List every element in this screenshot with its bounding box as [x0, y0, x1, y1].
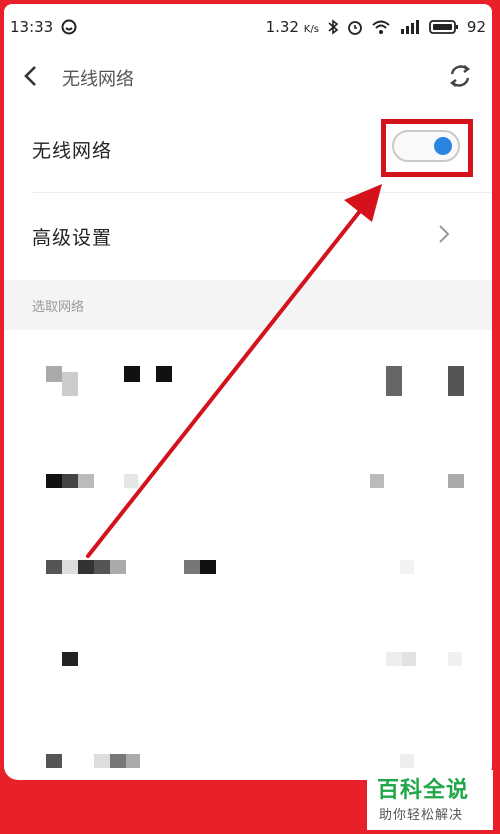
- battery-icon: [429, 19, 459, 35]
- alarm-icon: [347, 19, 363, 35]
- chevron-right-icon: [438, 224, 450, 248]
- section-label: 选取网络: [32, 299, 85, 315]
- bluetooth-icon: [327, 19, 339, 35]
- wifi-icon: [371, 19, 391, 35]
- network-speed: 1.32 K/s: [265, 18, 319, 36]
- back-icon[interactable]: [22, 64, 38, 92]
- battery-level: 92: [466, 18, 486, 36]
- list-item[interactable]: [4, 430, 492, 520]
- watermark-subtitle: 助你轻松解决: [379, 808, 464, 823]
- cellular-signal-icon: [399, 19, 421, 35]
- page-title: 无线网络: [62, 69, 134, 90]
- refresh-icon[interactable]: [446, 62, 474, 94]
- list-item[interactable]: [4, 330, 492, 430]
- status-time: 13:33: [10, 18, 54, 36]
- watermark-logo: 百科全说 助你轻松解决: [367, 770, 493, 830]
- wifi-label: 无线网络: [32, 139, 113, 162]
- app-notification-icon: [61, 19, 77, 35]
- highlight-box: [381, 119, 473, 177]
- list-item[interactable]: [4, 700, 492, 780]
- watermark-title: 百科全说: [377, 778, 470, 803]
- advanced-settings-label: 高级设置: [32, 226, 113, 249]
- title-bar: 无线网络: [4, 50, 492, 106]
- status-bar: 13:33 1.32 K/s 92: [4, 4, 492, 50]
- list-item[interactable]: [4, 610, 492, 700]
- section-header: 选取网络: [4, 280, 492, 330]
- advanced-settings-row[interactable]: 高级设置: [4, 193, 492, 279]
- list-item[interactable]: [4, 520, 492, 610]
